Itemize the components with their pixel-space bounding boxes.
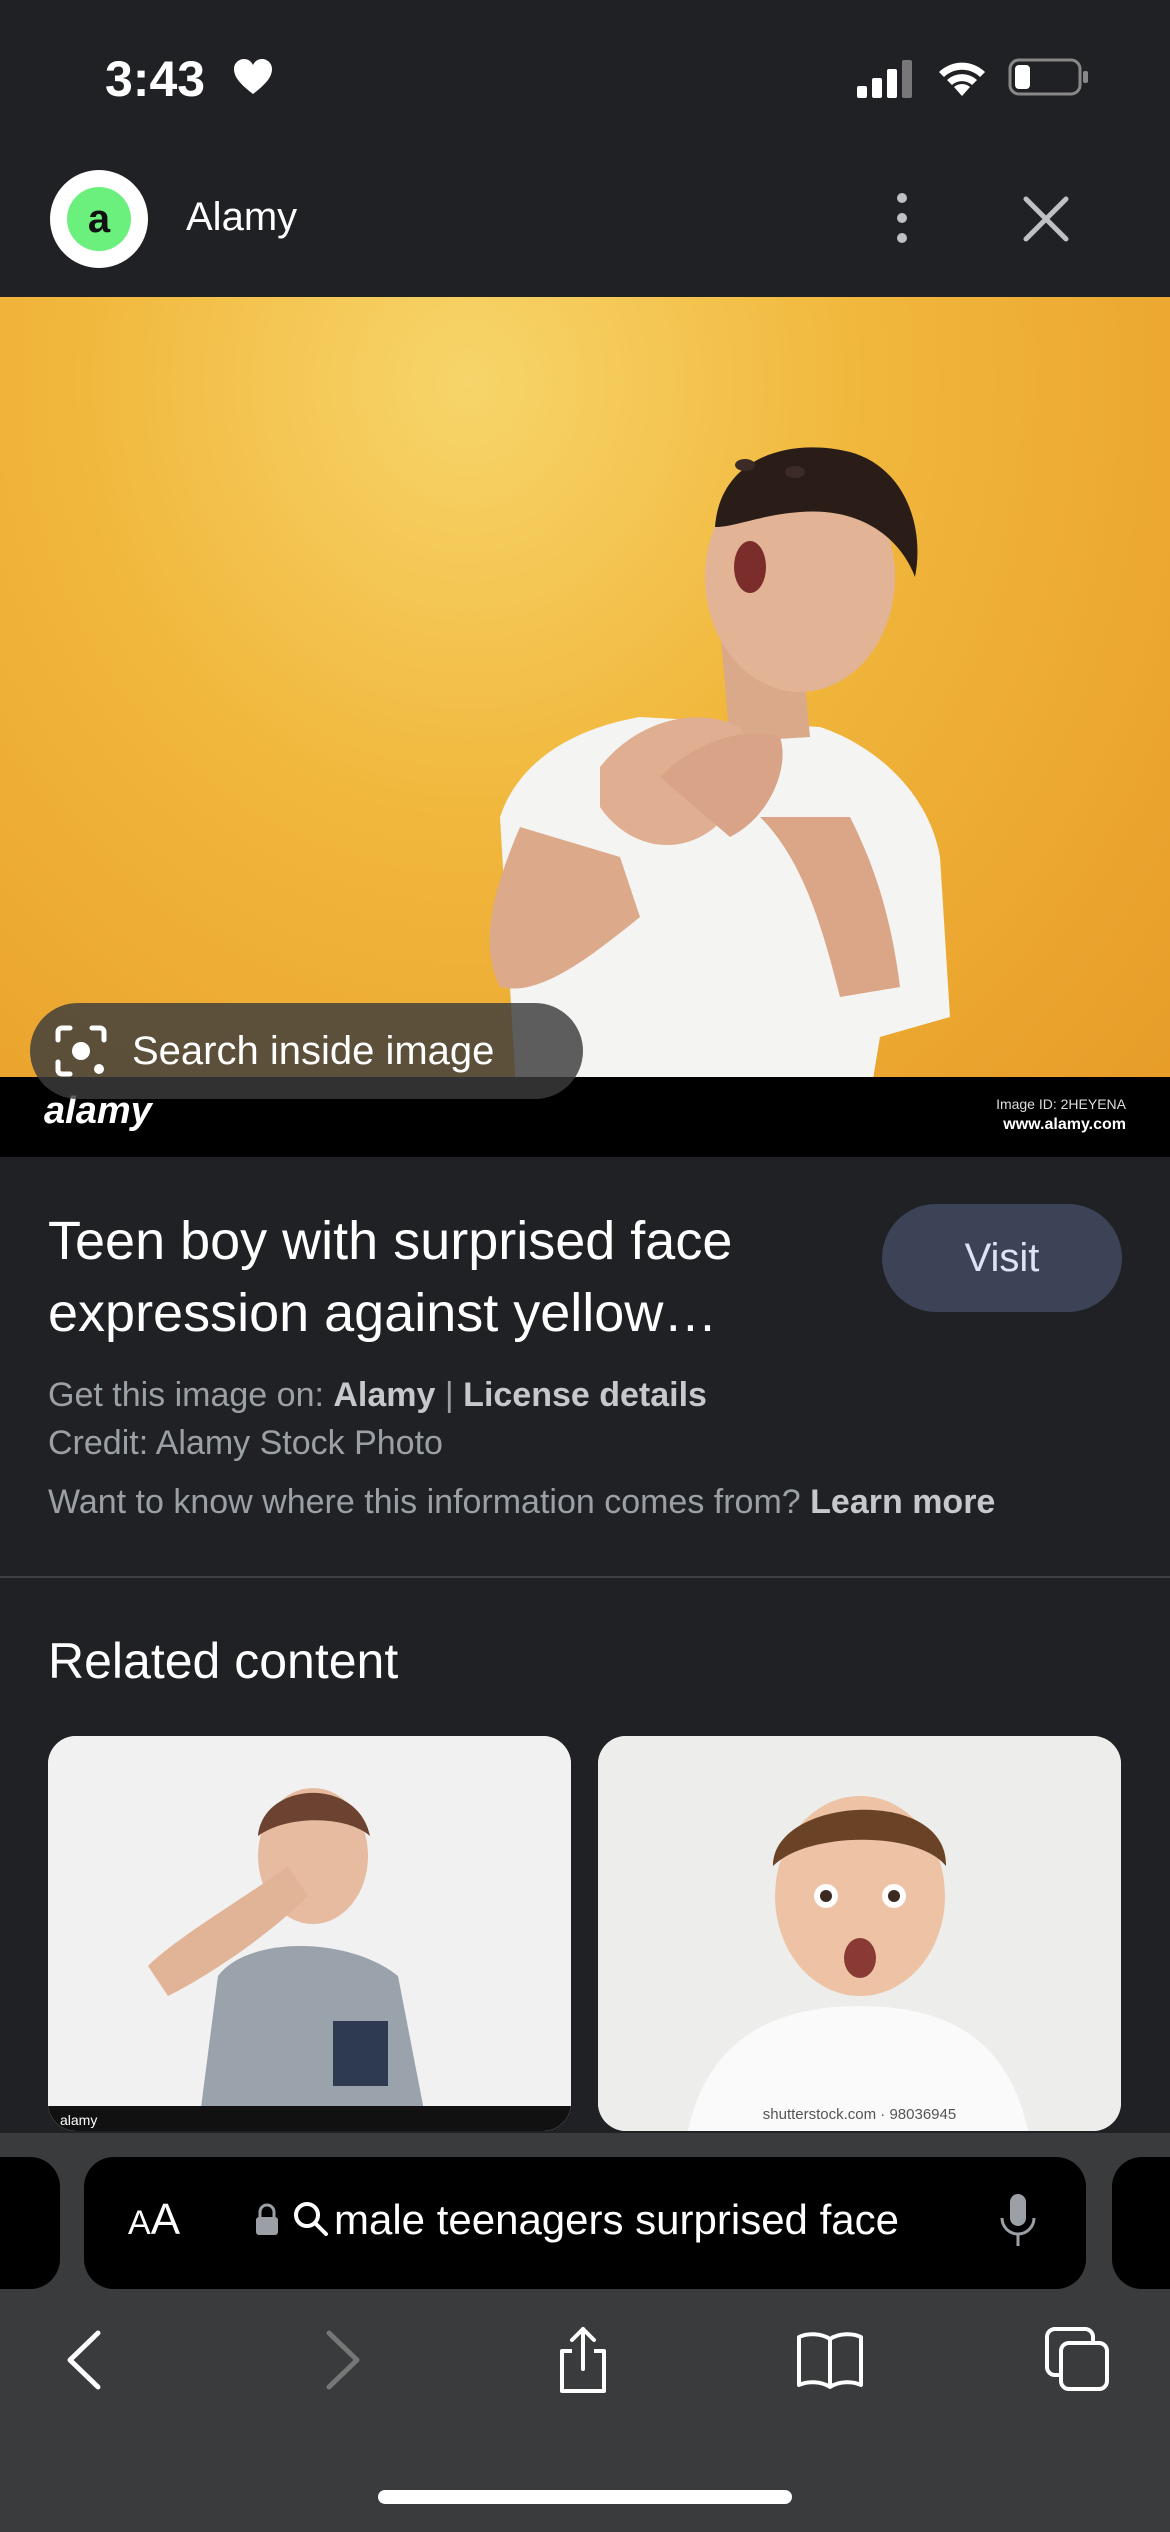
previous-tab-edge[interactable]: [0, 2157, 60, 2289]
lens-icon: [55, 1025, 107, 1077]
info-source-line: Want to know where this information come…: [48, 1483, 995, 1522]
signal-icon: [857, 60, 912, 98]
search-inside-image-button[interactable]: Search inside image: [30, 1003, 583, 1099]
site-logo-letter: a: [67, 187, 131, 251]
microphone-icon[interactable]: [998, 2192, 1038, 2250]
divider: [0, 1576, 1170, 1578]
search-icon: [294, 2202, 328, 2236]
battery-icon: [1008, 58, 1088, 96]
close-icon[interactable]: [1020, 193, 1072, 245]
visit-button[interactable]: Visit: [882, 1204, 1122, 1312]
site-header: [0, 155, 1170, 297]
license-details-link[interactable]: License details: [463, 1376, 707, 1414]
heart-icon: [234, 59, 272, 94]
aa-large: A: [150, 2195, 181, 2244]
learn-more-link[interactable]: Learn more: [810, 1483, 995, 1521]
tabs-icon[interactable]: [1043, 2325, 1113, 2395]
aa-small: A: [128, 2204, 151, 2242]
source-line: Get this image on: Alamy | License detai…: [48, 1376, 707, 1415]
image-id: Image ID: 2HEYENA: [996, 1096, 1126, 1112]
wifi-icon: [939, 62, 985, 96]
search-inside-label: Search inside image: [132, 1028, 495, 1073]
image-title: Teen boy with surprised face expression …: [48, 1211, 733, 1343]
credit-line: Credit: Alamy Stock Photo: [48, 1424, 443, 1462]
bookmarks-icon[interactable]: [795, 2325, 865, 2395]
related-thumbnail: [48, 1736, 571, 2131]
site-logo[interactable]: a: [50, 170, 148, 268]
home-indicator[interactable]: [378, 2490, 792, 2504]
related-thumbnail: [598, 1736, 1121, 2131]
info-question: Want to know where this information come…: [48, 1483, 811, 1521]
more-vert-icon[interactable]: [880, 188, 924, 248]
related-heading: Related content: [48, 1633, 399, 1689]
back-icon[interactable]: [52, 2325, 122, 2395]
related-item[interactable]: shutterstock.com · 98036945: [598, 1736, 1121, 2131]
source-prefix: Get this image on:: [48, 1376, 334, 1414]
next-tab-edge[interactable]: [1112, 2157, 1170, 2289]
lock-icon: [256, 2203, 278, 2235]
status-time: 3:43: [105, 51, 206, 107]
reader-settings-button[interactable]: AA: [128, 2195, 180, 2245]
address-text[interactable]: male teenagers surprised face: [334, 2196, 899, 2244]
related-item[interactable]: alamy: [48, 1736, 571, 2131]
related-caption: shutterstock.com · 98036945: [762, 2106, 957, 2123]
forward-icon[interactable]: [305, 2325, 375, 2395]
share-icon[interactable]: [548, 2325, 618, 2395]
source-separator: |: [435, 1376, 464, 1414]
related-caption: alamy: [60, 2112, 98, 2128]
image-url: www.alamy.com: [1003, 1116, 1126, 1133]
source-link[interactable]: Alamy: [333, 1376, 435, 1414]
site-name[interactable]: Alamy: [186, 195, 297, 240]
